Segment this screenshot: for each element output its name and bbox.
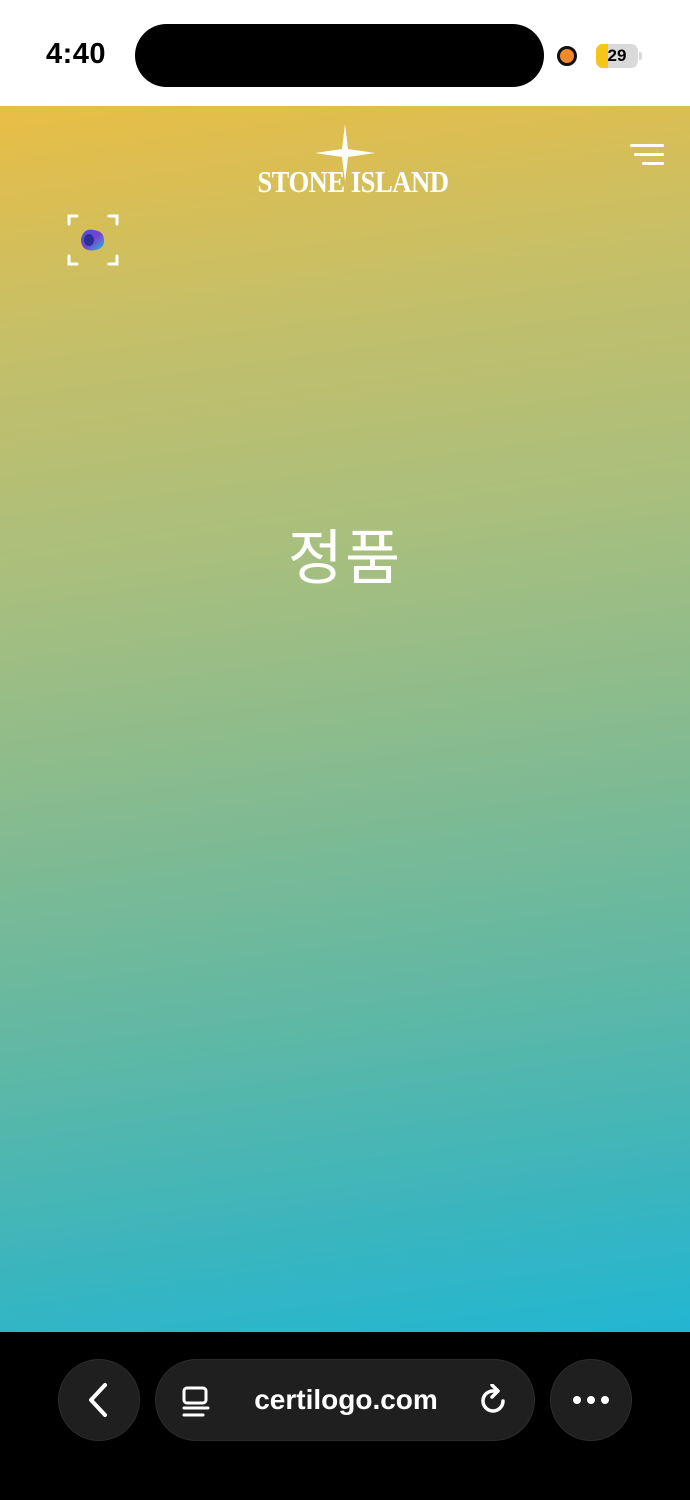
battery-icon: 29 (596, 44, 638, 68)
dynamic-island (135, 24, 544, 87)
back-button[interactable] (58, 1359, 140, 1441)
status-bar: 4:40 29 (0, 0, 690, 106)
recording-indicator-icon (557, 46, 577, 66)
authenticity-headline: 정품 (287, 525, 403, 592)
brand-logo[interactable]: STONE ISLAND (243, 124, 449, 199)
status-time: 4:40 (46, 38, 107, 70)
battery-level: 29 (607, 46, 627, 65)
more-icon (573, 1396, 609, 1404)
browser-toolbar: certilogo.com (0, 1332, 690, 1500)
certificate-screen: STONE ISLAND 정품 (0, 106, 690, 1332)
reload-icon[interactable] (478, 1384, 510, 1418)
more-button[interactable] (550, 1359, 632, 1441)
chevron-left-icon (89, 1383, 107, 1417)
brand-name: STONE ISLAND (257, 164, 449, 199)
ar-scan-button[interactable] (63, 210, 123, 270)
menu-button[interactable] (628, 142, 664, 168)
ar-scan-icon (67, 214, 119, 266)
address-bar[interactable]: certilogo.com (155, 1359, 535, 1441)
battery-tip (639, 52, 642, 60)
